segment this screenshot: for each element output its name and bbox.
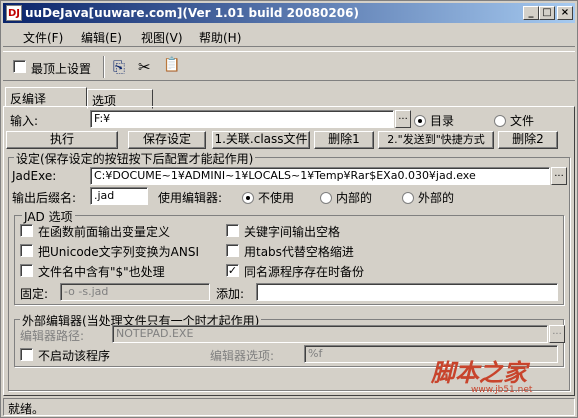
jad-option-label: 同名源程序存在时备份	[244, 265, 365, 279]
topmost-label: 最顶上设置	[31, 62, 92, 76]
editor-label: 使用编辑器:	[158, 191, 223, 205]
maximize-button[interactable]: □	[539, 6, 555, 20]
jad-option-2-check	[20, 244, 33, 257]
menu-help[interactable]: 帮助(H)	[199, 29, 241, 46]
cut-icon[interactable]: ✂	[138, 58, 151, 76]
jad-option-label: 用tabs代替空格缩进	[244, 245, 354, 259]
fixed-label: 固定:	[20, 287, 49, 301]
save-settings-button[interactable]: 保存设定	[128, 131, 206, 149]
jad-option-checkbox[interactable]	[226, 243, 239, 257]
settings-legend: 设定(保存设定的按钮按下后配置才能起作用)	[14, 150, 256, 167]
jad-option-3-check	[226, 244, 239, 257]
topmost-checkbox[interactable]	[13, 59, 26, 73]
jad-option-1-check	[226, 224, 239, 237]
menu-edit[interactable]: 编辑(E)	[81, 29, 122, 46]
jadexe-browse-button[interactable]: ...	[551, 167, 567, 185]
editor-none-radio[interactable]	[242, 190, 254, 204]
watermark-logo: 脚本之家	[431, 358, 527, 387]
editor-options-label: 编辑器选项:	[210, 349, 275, 363]
editor-path-label: 编辑器路径:	[20, 329, 85, 343]
jad-option-checkbox[interactable]	[20, 223, 33, 237]
watermark-url: www.jb51.net	[471, 385, 533, 395]
editor-none-label: 不使用	[258, 191, 295, 205]
execute-button[interactable]: 执行	[6, 131, 118, 149]
jad-option-checkbox[interactable]	[20, 243, 33, 257]
delete2-button[interactable]: 删除2	[498, 131, 558, 149]
toolbar-separator	[103, 56, 105, 78]
no-autostart-label: 不启动该程序	[38, 349, 111, 363]
menu-view[interactable]: 视图(V)	[141, 29, 183, 46]
minimize-button[interactable]: _	[523, 6, 539, 20]
copy-icon[interactable]: ⎘	[113, 58, 125, 76]
jad-option-label: 文件名中含有"$"也处理	[38, 265, 165, 279]
send-to-shortcut-button[interactable]: 2."发送到"快捷方式	[378, 131, 494, 149]
no-autostart-checkbox[interactable]	[20, 347, 33, 361]
status-text: 就绪。	[8, 402, 45, 416]
jad-option-5-check: ✓	[226, 264, 239, 277]
radio-directory-label: 目录	[430, 114, 455, 128]
associate-class-button[interactable]: 1.关联.class文件	[212, 131, 310, 149]
jadexe-label: JadExe:	[12, 169, 57, 183]
jad-option-4-check	[20, 264, 33, 277]
app-window: DJ uuDeJava[uuware.com](Ver 1.01 build 2…	[0, 0, 578, 418]
toolbar: 最顶上设置 ⎘ ✂ 📋	[3, 51, 575, 81]
jadexe-path-field[interactable]: C:¥DOCUME~1¥ADMINI~1¥LOCALS~1¥Temp¥Rar$E…	[90, 167, 550, 185]
jad-option-0-check	[20, 224, 33, 237]
jad-option-label: 关键字间输出空格	[244, 225, 341, 239]
editor-internal-radio[interactable]	[320, 190, 332, 204]
editor-path-field: NOTEPAD.EXE	[112, 325, 548, 343]
radio-file[interactable]	[494, 113, 506, 127]
suffix-field[interactable]: .jad	[90, 187, 148, 205]
jad-option-checkbox[interactable]	[20, 263, 33, 277]
window-title: uuDeJava[uuware.com](Ver 1.01 build 2008…	[25, 6, 359, 20]
add-label: 添加:	[216, 287, 245, 301]
app-icon: DJ	[6, 5, 22, 21]
jad-option-label: 把Unicode文字列变换为ANSI	[38, 245, 200, 259]
editor-external-radio[interactable]	[402, 190, 414, 204]
status-bar: 就绪。	[3, 398, 575, 416]
input-label: 输入:	[10, 114, 39, 128]
tab-decompile[interactable]: 反编译	[5, 87, 87, 107]
input-path-field[interactable]: F:¥	[90, 110, 394, 128]
delete1-button[interactable]: 删除1	[314, 131, 374, 149]
menu-bar: 文件(F) 编辑(E) 视图(V) 帮助(H)	[3, 25, 575, 47]
editor-internal-label: 内部的	[336, 191, 373, 205]
radio-directory[interactable]	[414, 113, 426, 127]
menu-file[interactable]: 文件(F)	[23, 29, 63, 46]
suffix-label: 输出后缀名:	[12, 191, 77, 205]
tab-decompile-label: 反编译	[10, 92, 47, 106]
title-bar[interactable]: DJ uuDeJava[uuware.com](Ver 1.01 build 2…	[3, 3, 575, 23]
jad-option-checkbox[interactable]	[226, 223, 239, 237]
paste-icon[interactable]: 📋	[163, 57, 180, 73]
jad-option-checkbox[interactable]: ✓	[226, 263, 239, 277]
editor-external-label: 外部的	[418, 191, 455, 205]
jad-option-label: 在函数前面输出变量定义	[38, 225, 171, 239]
add-options-field[interactable]	[256, 283, 558, 301]
radio-file-label: 文件	[510, 114, 535, 128]
editor-browse-button: ...	[549, 325, 565, 343]
input-browse-button[interactable]: ...	[395, 110, 411, 128]
close-button[interactable]: ×	[557, 6, 573, 20]
fixed-options-field: -o -s.jad	[60, 283, 210, 301]
